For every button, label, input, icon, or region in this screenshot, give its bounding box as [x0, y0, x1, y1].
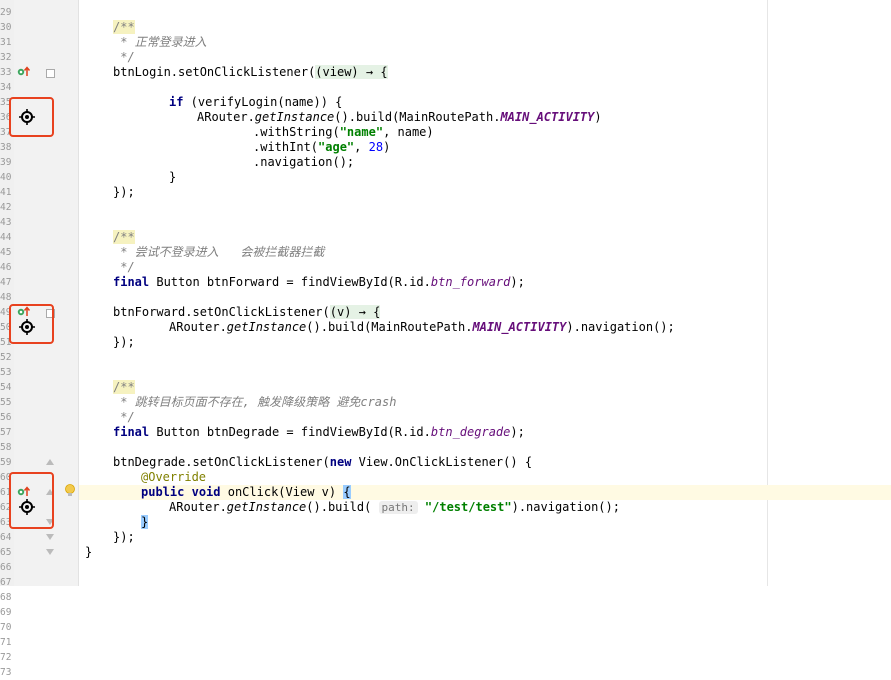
code-line[interactable]: });: [113, 530, 135, 545]
line-number: 48: [0, 292, 12, 303]
line-number: 72: [0, 652, 12, 663]
line-number: 67: [0, 577, 12, 588]
line-number: 58: [0, 442, 12, 453]
fold-end-icon[interactable]: [46, 534, 54, 540]
code-line[interactable]: });: [113, 335, 135, 350]
fold-end-icon[interactable]: [46, 549, 54, 555]
line-number: 73: [0, 667, 12, 678]
line-number: 30: [0, 22, 12, 33]
code-line[interactable]: btnDegrade.setOnClickListener(new View.O…: [113, 455, 532, 470]
code-line[interactable]: final Button btnForward = findViewById(R…: [113, 275, 525, 290]
doc-comment: * 跳转目标页面不存在, 触发降级策略 避免crash: [113, 395, 397, 409]
code-line[interactable]: btnForward.setOnClickListener((v) → {: [113, 305, 381, 320]
line-number: 33: [0, 67, 12, 78]
doc-comment: /**: [113, 230, 135, 244]
route-target-icon[interactable]: [19, 499, 35, 515]
code-line[interactable]: final Button btnDegrade = findViewById(R…: [113, 425, 525, 440]
doc-comment: /**: [113, 20, 135, 34]
line-number: 56: [0, 412, 12, 423]
line-number: 66: [0, 562, 12, 573]
line-number: 38: [0, 142, 12, 153]
line-number: 64: [0, 532, 12, 543]
line-number: 53: [0, 367, 12, 378]
doc-comment: */: [113, 260, 135, 274]
line-number: 55: [0, 397, 12, 408]
code-line[interactable]: btnLogin.setOnClickListener((view) → {: [113, 65, 388, 80]
lightbulb-icon[interactable]: [64, 484, 76, 498]
line-number: 41: [0, 187, 12, 198]
line-number: 54: [0, 382, 12, 393]
line-number: 43: [0, 217, 12, 228]
line-number: 65: [0, 547, 12, 558]
line-number: 57: [0, 427, 12, 438]
code-line[interactable]: .withString("name", name): [253, 125, 434, 140]
line-number: 70: [0, 622, 12, 633]
doc-comment: */: [113, 410, 135, 424]
doc-comment: * 正常登录进入: [113, 35, 207, 49]
line-number: 69: [0, 607, 12, 618]
code-line[interactable]: }: [85, 545, 92, 560]
line-number: 29: [0, 7, 12, 18]
annotation[interactable]: @Override: [141, 470, 206, 485]
code-line[interactable]: .navigation();: [253, 155, 354, 170]
implement-marker-icon[interactable]: [17, 65, 31, 77]
code-line[interactable]: ARouter.getInstance().build(MainRoutePat…: [197, 110, 602, 125]
route-target-icon[interactable]: [19, 319, 35, 335]
fold-start-icon[interactable]: [46, 459, 54, 465]
doc-comment: */: [113, 50, 135, 64]
line-number: 45: [0, 247, 12, 258]
code-line[interactable]: ARouter.getInstance().build( path: "/tes…: [169, 500, 620, 515]
line-number: 71: [0, 637, 12, 648]
code-line[interactable]: });: [113, 185, 135, 200]
line-number: 44: [0, 232, 12, 243]
line-number: 59: [0, 457, 12, 468]
code-line[interactable]: if (verifyLogin(name)) {: [169, 95, 342, 110]
line-number: 46: [0, 262, 12, 273]
line-number: 31: [0, 37, 12, 48]
line-number: 32: [0, 52, 12, 63]
line-number: 34: [0, 82, 12, 93]
line-number: 68: [0, 592, 12, 603]
fold-toggle[interactable]: [46, 69, 55, 78]
doc-comment: /**: [113, 380, 135, 394]
line-number: 47: [0, 277, 12, 288]
route-target-icon[interactable]: [19, 109, 35, 125]
code-line[interactable]: .withInt("age", 28): [253, 140, 390, 155]
line-number: 42: [0, 202, 12, 213]
line-number: 39: [0, 157, 12, 168]
code-line[interactable]: }: [141, 515, 149, 530]
code-line[interactable]: public void onClick(View v) {: [141, 485, 351, 500]
line-number: 40: [0, 172, 12, 183]
parameter-hint: path:: [378, 501, 418, 514]
code-line[interactable]: ARouter.getInstance().build(MainRoutePat…: [169, 320, 675, 335]
line-number: 52: [0, 352, 12, 363]
doc-comment: * 尝试不登录进入 会被拦截器拦截: [113, 245, 325, 259]
code-line[interactable]: }: [169, 170, 176, 185]
